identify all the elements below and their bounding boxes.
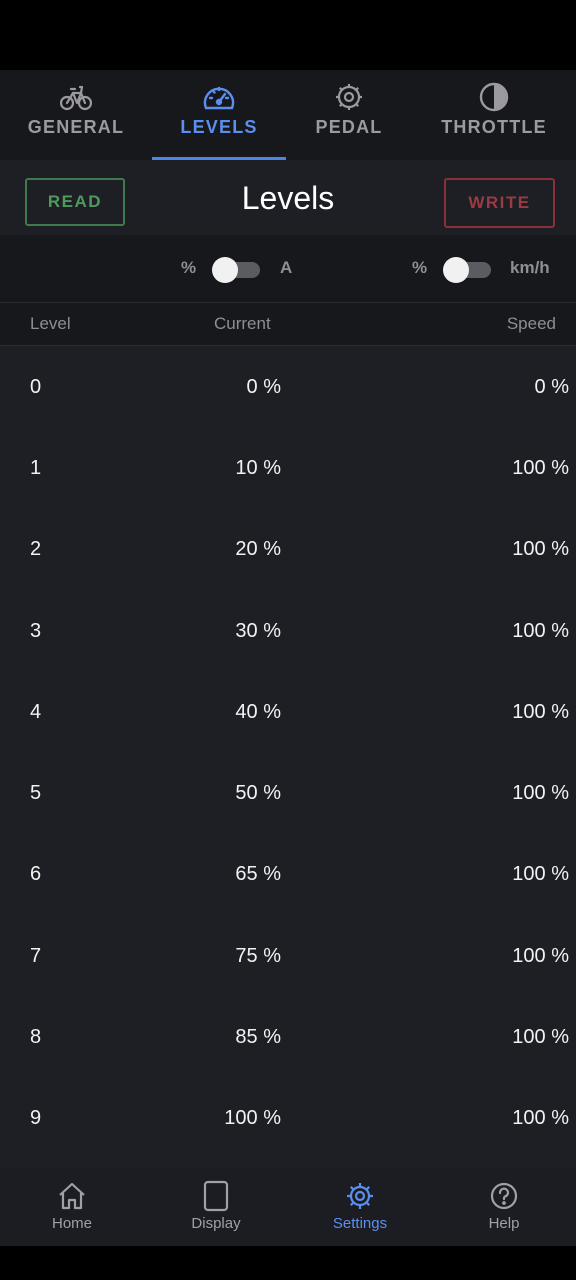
nav-settings[interactable]: Settings — [288, 1167, 432, 1246]
column-level: Level — [30, 314, 71, 333]
level-cell: 9 — [30, 1107, 42, 1129]
level-cell: 3 — [30, 620, 42, 642]
speed-unit-toggle[interactable] — [443, 257, 493, 283]
current-cell[interactable]: 30 % — [235, 620, 281, 643]
tab-label: GENERAL — [27, 117, 125, 137]
speed-cell[interactable]: 100 % — [512, 701, 569, 724]
speed-cell[interactable]: 100 % — [512, 945, 569, 968]
help-icon — [490, 1180, 518, 1212]
column-current: Current — [214, 314, 271, 333]
current-unit-toggle[interactable] — [212, 257, 262, 283]
speed-cell[interactable]: 100 % — [512, 620, 569, 643]
bottom-nav: Home Display Settings Help — [0, 1167, 576, 1246]
write-button[interactable]: WRITE — [444, 178, 555, 228]
table-row[interactable]: 6 65 % 100 % — [0, 833, 576, 914]
table-row[interactable]: 7 75 % 100 % — [0, 915, 576, 996]
nav-label: Help — [488, 1215, 520, 1232]
nav-label: Home — [51, 1215, 92, 1232]
levels-table: 0 0 % 0 % 1 10 % 100 % 2 20 % 100 % 3 30… — [0, 346, 576, 1167]
table-row[interactable]: 9 100 % 100 % — [0, 1077, 576, 1158]
bicycle-icon — [60, 82, 92, 112]
current-cell[interactable]: 100 % — [224, 1107, 281, 1130]
table-row[interactable]: 2 20 % 100 % — [0, 508, 576, 589]
gear-icon — [334, 82, 364, 112]
speed-cell[interactable]: 100 % — [512, 1026, 569, 1049]
nav-label: Display — [191, 1215, 241, 1232]
table-header: Level Current Speed — [0, 303, 576, 346]
level-cell: 1 — [30, 457, 42, 479]
nav-display[interactable]: Display — [144, 1167, 288, 1246]
current-cell[interactable]: 50 % — [235, 782, 281, 805]
level-cell: 0 — [30, 376, 42, 398]
gesture-bar — [0, 1246, 576, 1280]
status-bar — [0, 0, 576, 70]
table-row[interactable]: 0 0 % 0 % — [0, 346, 576, 427]
current-unit-amp-label: A — [280, 258, 293, 277]
tab-label: PEDAL — [315, 117, 383, 137]
current-cell[interactable]: 40 % — [235, 701, 281, 724]
tab-throttle[interactable]: THROTTLE — [412, 70, 576, 160]
table-row[interactable]: 8 85 % 100 % — [0, 996, 576, 1077]
display-icon — [203, 1180, 229, 1212]
table-row[interactable]: 4 40 % 100 % — [0, 671, 576, 752]
nav-label: Settings — [332, 1215, 388, 1232]
speed-unit-kmh-label: km/h — [510, 258, 550, 277]
settings-icon — [345, 1180, 375, 1212]
tab-label: LEVELS — [180, 117, 258, 137]
speed-cell[interactable]: 100 % — [512, 538, 569, 561]
unit-toggles: % A % km/h — [0, 235, 576, 303]
nav-home[interactable]: Home — [0, 1167, 144, 1246]
level-cell: 7 — [30, 945, 42, 967]
tab-general[interactable]: GENERAL — [0, 70, 152, 160]
column-speed: Speed — [506, 314, 556, 333]
speed-cell[interactable]: 100 % — [512, 457, 569, 480]
levels-header: READ Levels WRITE — [0, 160, 576, 235]
toggle-knob — [443, 257, 469, 283]
tab-pedal[interactable]: PEDAL — [286, 70, 412, 160]
current-cell[interactable]: 20 % — [235, 538, 281, 561]
level-cell: 4 — [30, 701, 42, 723]
current-cell[interactable]: 85 % — [235, 1026, 281, 1049]
tab-levels[interactable]: LEVELS — [152, 70, 286, 160]
current-cell[interactable]: 75 % — [235, 945, 281, 968]
speed-cell[interactable]: 100 % — [512, 1107, 569, 1130]
half-circle-icon — [479, 82, 509, 112]
table-row[interactable]: 5 50 % 100 % — [0, 752, 576, 833]
table-row[interactable]: 1 10 % 100 % — [0, 427, 576, 508]
toggle-knob — [212, 257, 238, 283]
level-cell: 8 — [30, 1026, 42, 1048]
current-cell[interactable]: 0 % — [247, 376, 281, 399]
speed-unit-percent-label: % — [412, 258, 428, 277]
speed-cell[interactable]: 100 % — [512, 863, 569, 886]
level-cell: 6 — [30, 863, 42, 885]
level-cell: 5 — [30, 782, 42, 804]
current-cell[interactable]: 10 % — [235, 457, 281, 480]
speedometer-icon — [202, 82, 236, 112]
speed-cell[interactable]: 0 % — [535, 376, 569, 399]
current-unit-percent-label: % — [181, 258, 197, 277]
tab-label: THROTTLE — [441, 117, 547, 137]
level-cell: 2 — [30, 538, 42, 560]
tab-bar: GENERAL LEVELS PEDAL THROTTLE — [0, 70, 576, 160]
current-cell[interactable]: 65 % — [235, 863, 281, 886]
nav-help[interactable]: Help — [432, 1167, 576, 1246]
speed-cell[interactable]: 100 % — [512, 782, 569, 805]
table-row[interactable]: 3 30 % 100 % — [0, 590, 576, 671]
home-icon — [57, 1180, 87, 1212]
